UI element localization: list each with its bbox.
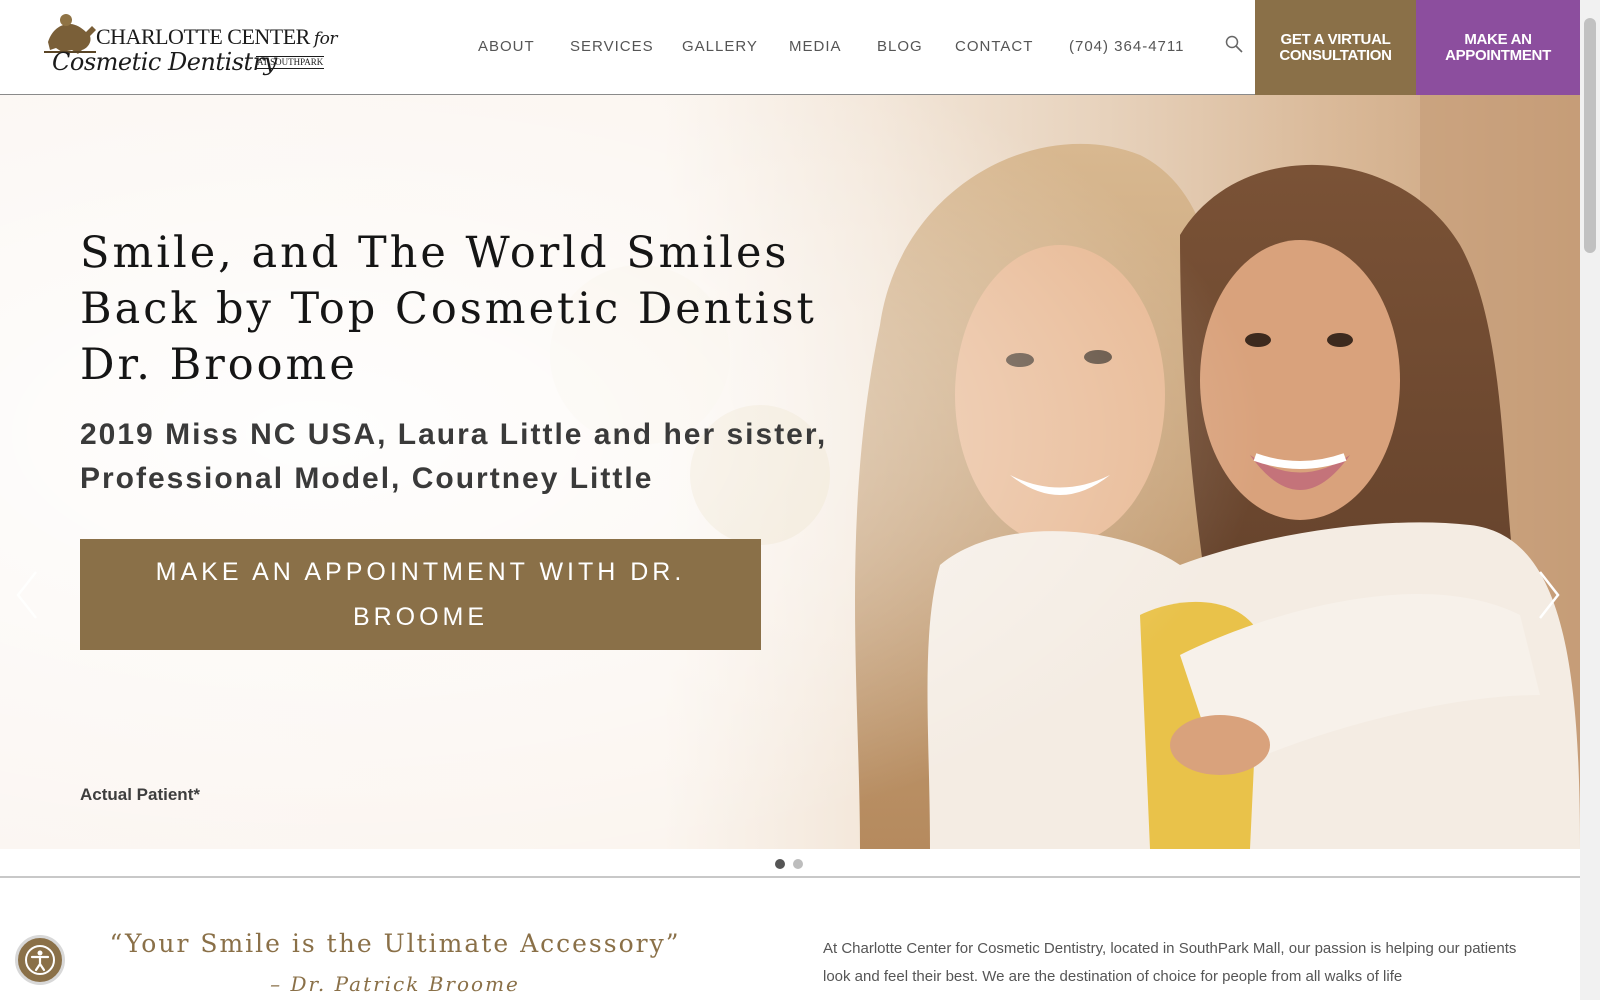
make-appointment-label: MAKE AN APPOINTMENT [1445, 30, 1551, 64]
accessibility-button[interactable] [15, 935, 65, 985]
search-icon[interactable] [1224, 34, 1244, 54]
nav-services[interactable]: SERVICES [570, 38, 654, 55]
section-divider [0, 876, 1580, 878]
logo-for-text: for [313, 29, 338, 49]
hero-title: Smile, and The World Smiles Back by Top … [80, 228, 817, 390]
logo-subtitle: Cosmetic Dentistry [52, 48, 277, 76]
nav-phone[interactable]: (704) 364-4711 [1069, 38, 1184, 55]
intro-quote: “Your Smile is the Ultimate Accessory” [109, 929, 681, 958]
slide-dot-1[interactable] [775, 859, 785, 869]
make-appointment-button[interactable]: MAKE AN APPOINTMENT [1416, 0, 1580, 95]
virtual-consultation-label: GET A VIRTUAL CONSULTATION [1279, 30, 1392, 64]
logo-location: AT SOUTHPARK [256, 56, 325, 69]
nav-gallery[interactable]: GALLERY [682, 38, 758, 55]
hero-slider: Smile, and The World Smiles Back by Top … [0, 95, 1580, 849]
chevron-right-icon[interactable] [1536, 570, 1562, 620]
nav-about[interactable]: ABOUT [478, 38, 535, 55]
nav-blog[interactable]: BLOG [877, 38, 923, 55]
logo-title: CHARLOTTE CENTER for [96, 24, 337, 50]
actual-patient-note: Actual Patient* [80, 785, 200, 804]
logo-title-text: CHARLOTTE CENTER [96, 24, 310, 49]
appointment-with-dr-broome-button[interactable]: MAKE AN APPOINTMENT WITH DR. BROOME [80, 539, 761, 650]
site-header: CHARLOTTE CENTER for Cosmetic Dentistry A… [0, 0, 1580, 95]
intro-paragraph: At Charlotte Center for Cosmetic Dentist… [823, 940, 1517, 985]
slide-dot-2[interactable] [793, 859, 803, 869]
hero-subtitle: 2019 Miss NC USA, Laura Little and her s… [80, 418, 828, 495]
scrollbar-thumb[interactable] [1584, 18, 1596, 253]
nav-media[interactable]: MEDIA [789, 38, 842, 55]
chevron-left-icon[interactable] [14, 570, 40, 620]
virtual-consultation-button[interactable]: GET A VIRTUAL CONSULTATION [1255, 0, 1416, 95]
appointment-with-dr-broome-label: MAKE AN APPOINTMENT WITH DR. BROOME [155, 557, 686, 631]
intro-quote-author: – Dr. Patrick Broome [270, 972, 520, 996]
accessibility-icon [25, 945, 55, 975]
nav-contact[interactable]: CONTACT [955, 38, 1033, 55]
page-scrollbar[interactable] [1580, 0, 1600, 1000]
site-logo[interactable]: CHARLOTTE CENTER for Cosmetic Dentistry A… [42, 10, 337, 82]
